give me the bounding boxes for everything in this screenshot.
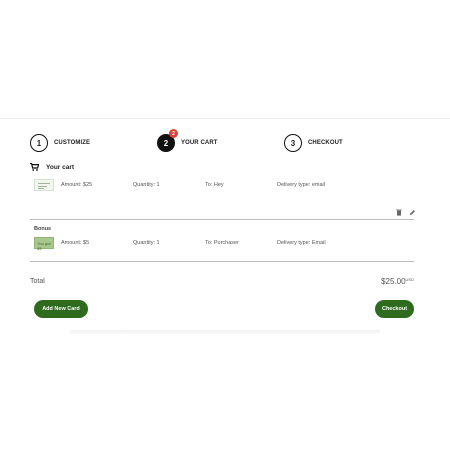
step-number: 1 (30, 134, 48, 152)
item-quantity: Quantity: 1 (133, 240, 160, 246)
edit-icon[interactable] (409, 209, 416, 218)
bonus-label: Bonus (34, 226, 52, 232)
item-amount: Amount: $25 (61, 182, 93, 188)
step-label: YOUR CART (181, 140, 218, 146)
item-delivery-type: Delivery type: Email (277, 240, 326, 246)
cart-count-badge: 2 (169, 129, 178, 138)
total-divider (30, 261, 414, 262)
step-checkout[interactable]: 3 CHECKOUT (284, 133, 343, 153)
panel-shadow (70, 330, 380, 334)
cart-item: Amount: $25 Quantity: 1 To: Hey Delivery… (34, 179, 414, 195)
delete-icon[interactable] (396, 209, 402, 218)
cart-header: Your cart (30, 162, 74, 172)
step-your-cart[interactable]: 2 2 YOUR CART (157, 129, 218, 153)
header-divider (0, 118, 450, 119)
item-amount: Amount: $5 (61, 240, 90, 246)
total-amount: $25.00 (381, 277, 406, 286)
step-number: 3 (284, 134, 302, 152)
shopping-cart-icon (30, 162, 40, 172)
gift-card-thumbnail (34, 179, 54, 191)
add-new-card-button[interactable]: Add New Card (34, 300, 88, 318)
total-label: Total (30, 278, 45, 285)
total-value: $25.00USD (381, 277, 414, 286)
cart-title: Your cart (46, 163, 75, 171)
checkout-button[interactable]: Checkout (375, 300, 414, 318)
item-divider (30, 219, 414, 220)
item-recipient: To: Hey (205, 182, 224, 188)
bonus-thumb-text: You got $5 (37, 241, 51, 251)
step-label: CHECKOUT (308, 140, 343, 146)
step-label: CUSTOMIZE (54, 140, 91, 146)
bonus-card-thumbnail: You got $5 (34, 237, 54, 251)
item-quantity: Quantity: 1 (133, 182, 160, 188)
item-recipient: To: Purchaser (205, 240, 239, 246)
total-currency: USD (405, 277, 414, 282)
item-delivery-type: Delivery type: email (277, 182, 325, 188)
bonus-item: You got $5 Amount: $5 Quantity: 1 To: Pu… (34, 237, 414, 253)
step-customize[interactable]: 1 CUSTOMIZE (30, 133, 90, 153)
